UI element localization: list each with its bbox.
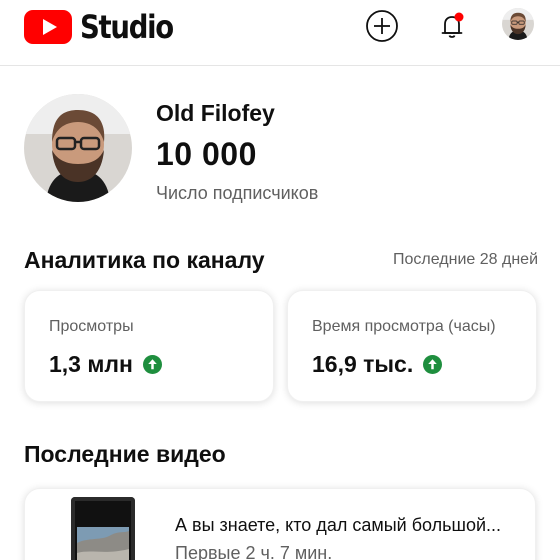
- notifications-icon: [441, 12, 464, 38]
- views-value: 1,3 млн: [49, 351, 133, 377]
- arrow-up-icon: [423, 355, 443, 374]
- arrow-up-icon: [142, 355, 162, 374]
- account-avatar-image: [502, 8, 534, 40]
- video-thumbnail-image: [71, 497, 135, 560]
- channel-avatar: [24, 94, 132, 202]
- channel-name: Old Filofey: [156, 100, 275, 126]
- latest-videos-title: Последние видео: [24, 441, 226, 467]
- watch-time-card[interactable]: Время просмотра (часы) 16,9 тыс.: [287, 290, 537, 402]
- account-avatar[interactable]: [502, 8, 534, 40]
- youtube-studio-logo[interactable]: Studio: [24, 8, 188, 46]
- create-icon: [366, 10, 398, 42]
- channel-analytics-title: Аналитика по каналу: [24, 247, 265, 273]
- watch-time-value: 16,9 тыс.: [312, 351, 414, 377]
- views-label: Просмотры: [49, 318, 134, 335]
- youtube-logo-icon: [24, 10, 72, 44]
- notification-dot: [454, 12, 464, 22]
- channel-avatar-image: [24, 94, 132, 202]
- video-thumbnail: [71, 497, 135, 560]
- subscriber-count-label: Число подписчиков: [156, 183, 319, 203]
- analytics-period: Последние 28 дней: [393, 251, 538, 268]
- app-header: Studio: [0, 0, 560, 66]
- video-list-item[interactable]: А вы знаете, кто дал самый большой... Пе…: [24, 488, 536, 560]
- views-card[interactable]: Просмотры 1,3 млн: [24, 290, 274, 402]
- watch-time-value-row: 16,9 тыс.: [312, 351, 443, 378]
- subscriber-count: 10 000: [156, 136, 257, 172]
- notifications-button[interactable]: [434, 8, 470, 44]
- video-meta: Первые 2 ч. 7 мин.: [175, 543, 333, 560]
- watch-time-label: Время просмотра (часы): [312, 318, 496, 335]
- create-button[interactable]: [364, 8, 400, 44]
- video-title: А вы знаете, кто дал самый большой...: [175, 515, 502, 535]
- views-value-row: 1,3 млн: [49, 351, 162, 378]
- logo-text: Studio: [80, 8, 174, 46]
